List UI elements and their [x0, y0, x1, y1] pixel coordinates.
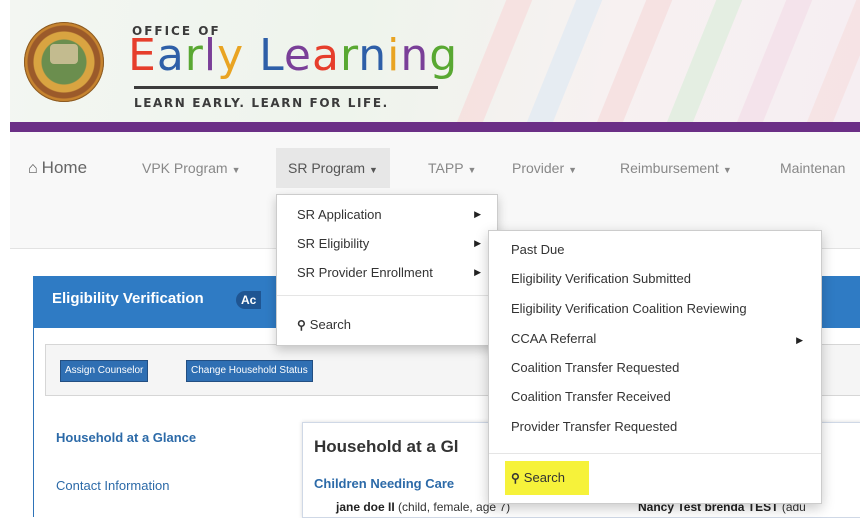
header-banner: OFFICE OF Early Learning LEARN EARLY. LE… — [10, 0, 860, 122]
caret-right-icon: ▶ — [474, 238, 481, 248]
caret-right-icon: ▶ — [474, 209, 481, 219]
assign-counselor-button[interactable]: Assign Counselor — [60, 360, 149, 382]
nav-vpk-program[interactable]: VPK Program ▼ — [142, 148, 241, 188]
search-icon: ⚲ — [297, 318, 306, 332]
child-entry: jane doe II (child, female, age 7) — [336, 500, 511, 514]
caret-down-icon: ▼ — [568, 165, 578, 175]
caret-down-icon: ▼ — [231, 165, 241, 175]
change-household-status-button[interactable]: Change Household Status — [186, 360, 313, 382]
caret-down-icon: ▼ — [467, 165, 477, 175]
home-icon: ⌂ — [28, 160, 38, 177]
menu-divider — [277, 295, 497, 296]
nav-maintenance[interactable]: Maintenan — [780, 148, 845, 188]
panel-title: Eligibility Verification — [52, 290, 204, 307]
brand-tagline: LEARN EARLY. LEARN FOR LIFE. — [134, 96, 389, 110]
menu-item-past-due[interactable]: Past Due — [511, 242, 564, 257]
household-card-title: Household at a Gl — [314, 437, 459, 456]
caret-right-icon: ▶ — [474, 267, 481, 277]
nav-tapp[interactable]: TAPP ▼ — [428, 148, 476, 188]
menu-item-sr-provider-enrollment[interactable]: SR Provider Enrollment — [297, 265, 433, 280]
caret-right-icon: ▶ — [796, 335, 803, 345]
caret-down-icon: ▼ — [369, 165, 378, 175]
sidebar-link-contact-information[interactable]: Contact Information — [56, 478, 169, 493]
header-purple-bar — [10, 122, 860, 132]
nav-sr-program[interactable]: SR Program ▼ — [276, 148, 390, 188]
sr-program-dropdown: SR Application ▶ SR Eligibility ▶ SR Pro… — [276, 194, 498, 346]
menu-item-provider-transfer-requested[interactable]: Provider Transfer Requested — [511, 419, 677, 434]
search-icon: ⚲ — [511, 471, 520, 485]
menu-item-ev-coalition-reviewing[interactable]: Eligibility Verification Coalition Revie… — [511, 301, 747, 316]
status-badge: Ac — [236, 291, 262, 309]
menu-item-sr-application[interactable]: SR Application — [297, 207, 382, 222]
nav-home[interactable]: ⌂ Home — [28, 148, 87, 188]
brand-divider — [134, 86, 438, 89]
menu-item-sr-search[interactable]: ⚲ Search — [297, 317, 351, 332]
sidebar-link-household-at-a-glance[interactable]: Household at a Glance — [56, 430, 196, 445]
florida-seal-logo[interactable] — [24, 22, 104, 102]
menu-item-sr-eligibility[interactable]: SR Eligibility — [297, 236, 369, 251]
children-needing-care-heading: Children Needing Care — [314, 476, 455, 491]
menu-item-eligibility-search[interactable]: ⚲ Search — [511, 470, 565, 485]
brand-logo-text[interactable]: Early Learning — [128, 32, 458, 80]
menu-item-ev-submitted[interactable]: Eligibility Verification Submitted — [511, 271, 691, 286]
menu-divider — [489, 453, 821, 454]
nav-provider[interactable]: Provider ▼ — [512, 148, 577, 188]
menu-item-coalition-transfer-received[interactable]: Coalition Transfer Received — [511, 389, 671, 404]
menu-item-coalition-transfer-requested[interactable]: Coalition Transfer Requested — [511, 360, 679, 375]
caret-down-icon: ▼ — [722, 165, 732, 175]
menu-item-ccaa-referral[interactable]: CCAA Referral — [511, 331, 596, 346]
nav-reimbursement[interactable]: Reimbursement ▼ — [620, 148, 732, 188]
sr-eligibility-submenu: Past Due Eligibility Verification Submit… — [488, 230, 822, 504]
